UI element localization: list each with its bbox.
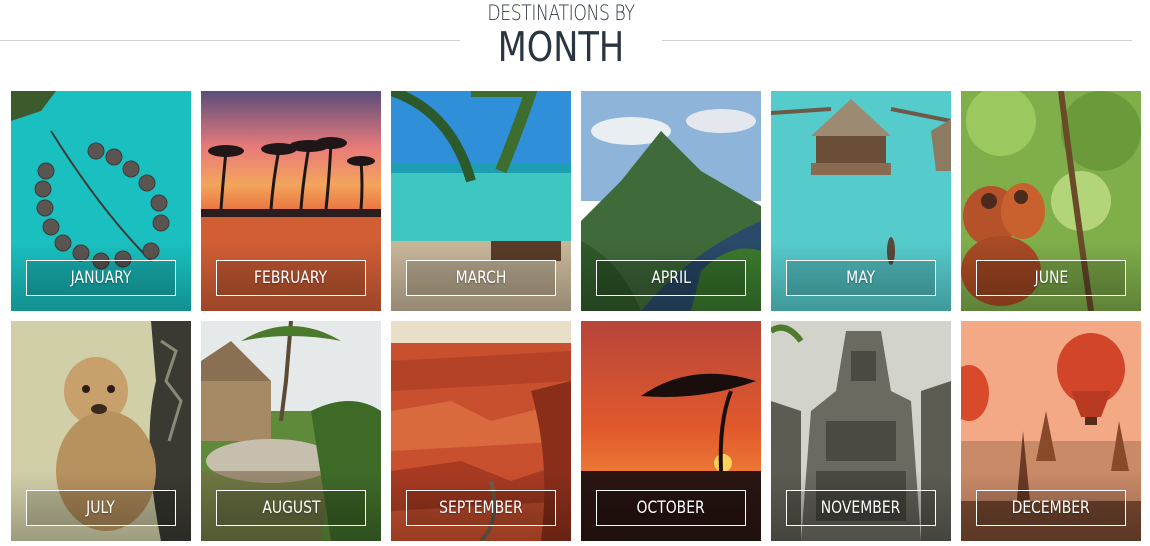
month-label-text: NOVEMBER	[821, 498, 901, 518]
month-label-text: OCTOBER	[636, 498, 706, 518]
month-label-text: JANUARY	[70, 268, 132, 288]
month-label-march[interactable]: MARCH	[406, 260, 556, 296]
month-label-february[interactable]: FEBRUARY	[216, 260, 366, 296]
month-label-text: AUGUST	[261, 498, 321, 518]
header-divider-right	[662, 40, 1132, 41]
month-label-november[interactable]: NOVEMBER	[786, 490, 936, 526]
section-title-line2: MONTH	[497, 23, 625, 71]
month-label-text: FEBRUARY	[254, 268, 328, 288]
section-title-line1: DESTINATIONS BY	[487, 1, 635, 25]
month-label-december[interactable]: DECEMBER	[976, 490, 1126, 526]
header-divider-left	[0, 40, 460, 41]
month-label-may[interactable]: MAY	[786, 260, 936, 296]
month-label-august[interactable]: AUGUST	[216, 490, 366, 526]
month-label-september[interactable]: SEPTEMBER	[406, 490, 556, 526]
month-tile-august[interactable]: AUGUST	[201, 321, 381, 541]
month-label-april[interactable]: APRIL	[596, 260, 746, 296]
month-label-text: JUNE	[1034, 268, 1068, 288]
month-tile-july[interactable]: JULY	[11, 321, 191, 541]
month-label-text: MARCH	[455, 268, 507, 288]
month-label-text: DECEMBER	[1011, 498, 1091, 518]
month-label-text: SEPTEMBER	[439, 498, 523, 518]
section-header: DESTINATIONS BY MONTH	[0, 0, 1150, 80]
month-tile-december[interactable]: DECEMBER	[961, 321, 1141, 541]
month-tile-october[interactable]: OCTOBER	[581, 321, 761, 541]
month-label-october[interactable]: OCTOBER	[596, 490, 746, 526]
month-tile-may[interactable]: MAY	[771, 91, 951, 311]
month-tile-january[interactable]: JANUARY	[11, 91, 191, 311]
month-tile-june[interactable]: JUNE	[961, 91, 1141, 311]
month-label-text: JULY	[86, 498, 116, 518]
month-label-text: MAY	[846, 268, 876, 288]
month-tile-february[interactable]: FEBRUARY	[201, 91, 381, 311]
month-label-text: APRIL	[651, 268, 691, 288]
month-tile-september[interactable]: SEPTEMBER	[391, 321, 571, 541]
month-tile-november[interactable]: NOVEMBER	[771, 321, 951, 541]
section-title: DESTINATIONS BY MONTH	[461, 0, 661, 70]
month-label-july[interactable]: JULY	[26, 490, 176, 526]
month-label-january[interactable]: JANUARY	[26, 260, 176, 296]
month-tile-april[interactable]: APRIL	[581, 91, 761, 311]
month-tile-march[interactable]: MARCH	[391, 91, 571, 311]
month-label-june[interactable]: JUNE	[976, 260, 1126, 296]
